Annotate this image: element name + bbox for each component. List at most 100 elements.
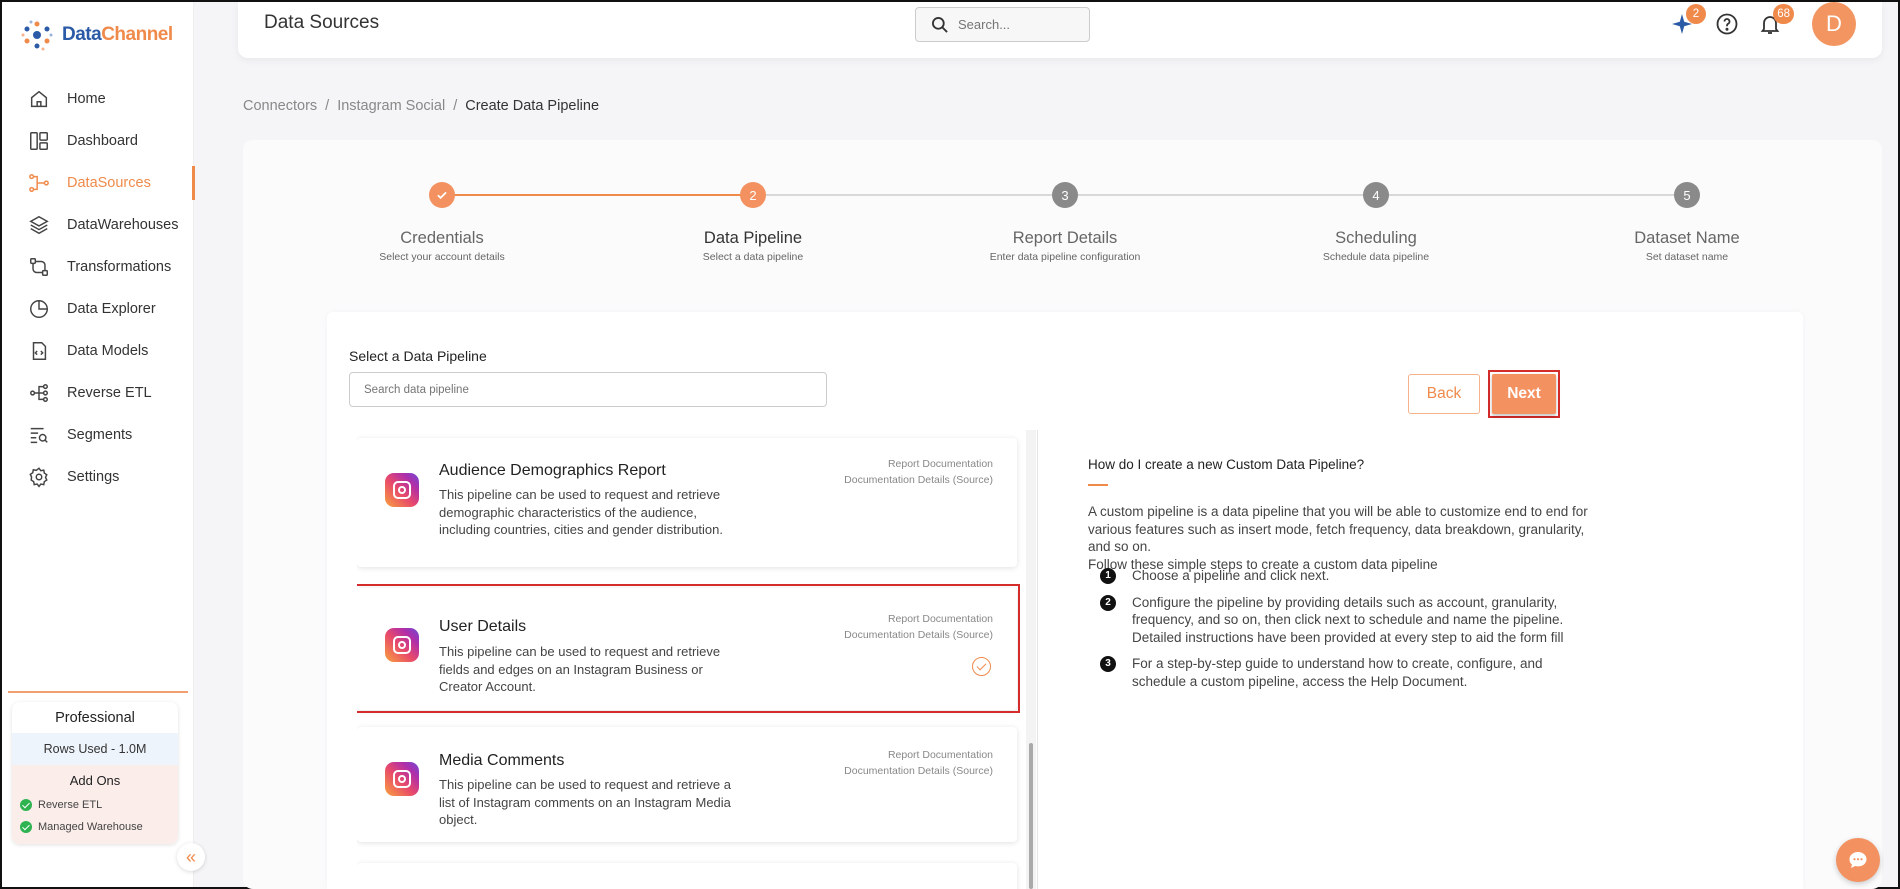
documentation-source-link[interactable]: Documentation Details (Source) <box>844 764 993 780</box>
sidebar-item-label: Segments <box>67 427 133 443</box>
pipeline-item-media-comments[interactable]: Media Comments This pipeline can be used… <box>357 727 1017 842</box>
double-chevron-left-icon: « <box>185 846 196 867</box>
sidebar-item-label: Reverse ETL <box>67 385 152 401</box>
scrollbar-thumb[interactable] <box>1029 743 1033 889</box>
report-documentation-link[interactable]: Report Documentation <box>844 457 993 473</box>
datasources-icon <box>29 174 49 192</box>
pipeline-item-partial[interactable] <box>357 863 1017 889</box>
ai-badge: 2 <box>1686 4 1706 24</box>
addon-item: Reverse ETL <box>20 794 170 816</box>
breadcrumb-separator: / <box>453 98 458 114</box>
step-3-circle: 3 <box>1052 182 1078 208</box>
help-steps: 1 Choose a pipeline and click next. 2 Co… <box>1100 567 1600 699</box>
breadcrumb: Connectors / Instagram Social / Create D… <box>243 98 599 114</box>
create-pipeline-panel: 2 3 4 5 Credentials Select your account … <box>243 140 1882 889</box>
dashboard-icon <box>30 132 48 150</box>
addon-item: Managed Warehouse <box>20 816 170 838</box>
step-1-circle[interactable] <box>429 182 455 208</box>
chat-bubble-icon <box>1849 852 1867 868</box>
sidebar-item-reverse-etl[interactable]: Reverse ETL <box>2 372 194 414</box>
report-documentation-link[interactable]: Report Documentation <box>844 748 993 764</box>
logo-text: DataChannel <box>62 24 173 45</box>
next-button[interactable]: Next <box>1492 374 1556 414</box>
logo[interactable]: DataChannel <box>20 18 173 52</box>
step-number-icon: 3 <box>1100 656 1116 672</box>
pipeline-list-scrollbar[interactable] <box>1026 430 1036 889</box>
instagram-icon <box>385 762 419 796</box>
pipeline-search[interactable] <box>349 372 827 407</box>
sidebar-item-data-models[interactable]: Data Models <box>2 330 194 372</box>
sidebar-item-label: Transformations <box>67 259 172 275</box>
sidebar-item-data-explorer[interactable]: Data Explorer <box>2 288 194 330</box>
select-pipeline-label: Select a Data Pipeline <box>349 348 487 364</box>
chat-support-button[interactable] <box>1836 838 1880 882</box>
pipeline-name: Media Comments <box>439 752 565 769</box>
pipeline-description: This pipeline can be used to request and… <box>439 487 724 537</box>
notifications-button[interactable]: 68 <box>1758 4 1794 36</box>
step-number-icon: 1 <box>1100 568 1116 584</box>
step-4-circle: 4 <box>1363 182 1389 208</box>
check-circle-icon <box>20 799 32 811</box>
check-circle-icon <box>20 821 32 833</box>
sidebar-item-label: DataSources <box>67 175 151 191</box>
collapse-sidebar-button[interactable]: « <box>177 843 205 871</box>
models-icon <box>32 342 47 360</box>
breadcrumb-separator: / <box>325 98 330 114</box>
ai-sparkle-button[interactable]: 2 <box>1670 4 1706 36</box>
transform-icon <box>30 258 48 276</box>
search-icon <box>932 16 948 33</box>
documentation-source-link[interactable]: Documentation Details (Source) <box>844 473 993 489</box>
sidebar-item-label: Data Models <box>67 343 149 359</box>
breadcrumb-item-instagram[interactable]: Instagram Social <box>337 98 445 114</box>
home-icon <box>30 90 48 108</box>
page-title: Data Sources <box>264 12 380 33</box>
sidebar-item-home[interactable]: Home <box>2 78 194 120</box>
help-title: How do I create a new Custom Data Pipeli… <box>1088 457 1365 472</box>
next-button-highlight: Next <box>1488 370 1560 418</box>
step-3-label: Report Details Enter data pipeline confi… <box>989 229 1141 263</box>
step-connector-done <box>442 194 753 196</box>
help-step: 3 For a step-by-step guide to understand… <box>1100 655 1600 690</box>
help-step: 1 Choose a pipeline and click next. <box>1100 567 1600 585</box>
avatar[interactable]: D <box>1812 2 1856 46</box>
global-search[interactable] <box>915 7 1090 42</box>
step-5-circle: 5 <box>1674 182 1700 208</box>
step-number-icon: 2 <box>1100 594 1116 611</box>
help-button[interactable] <box>1715 12 1739 36</box>
explorer-icon <box>30 300 48 318</box>
step-5-label: Dataset Name Set dataset name <box>1634 229 1740 263</box>
sidebar-divider <box>8 691 188 693</box>
sidebar-nav: Home Dashboard DataSources DataWarehouse… <box>2 78 195 498</box>
sidebar-item-transformations[interactable]: Transformations <box>2 246 194 288</box>
plan-addons: Add Ons Reverse ETL Managed Warehouse <box>12 765 178 844</box>
breadcrumb-item-connectors[interactable]: Connectors <box>243 98 317 114</box>
help-panel: How do I create a new Custom Data Pipeli… <box>1037 430 1749 889</box>
plan-rows-used: Rows Used - 1.0M <box>12 733 178 765</box>
step-1-label: Credentials Select your account details <box>379 229 505 263</box>
sidebar-item-datasources[interactable]: DataSources <box>2 162 195 204</box>
segments-icon <box>30 427 48 444</box>
plan-title: Professional <box>55 710 135 726</box>
help-intro: A custom pipeline is a data pipeline tha… <box>1088 504 1588 572</box>
notification-badge: 68 <box>1773 4 1794 24</box>
back-button[interactable]: Back <box>1408 374 1480 414</box>
pipeline-docs: Report Documentation Documentation Detai… <box>844 748 993 779</box>
search-input[interactable] <box>958 17 1068 32</box>
sidebar-item-datawarehouses[interactable]: DataWarehouses <box>2 204 194 246</box>
sidebar-item-settings[interactable]: Settings <box>2 456 194 498</box>
plan-card: Professional Rows Used - 1.0M Add Ons Re… <box>12 702 178 844</box>
pipeline-search-input[interactable] <box>364 383 826 396</box>
sidebar-item-label: Home <box>67 91 106 107</box>
step-4-label: Scheduling Schedule data pipeline <box>1322 229 1430 263</box>
step-2-circle[interactable]: 2 <box>740 182 766 208</box>
check-icon <box>437 191 447 200</box>
sidebar-item-dashboard[interactable]: Dashboard <box>2 120 194 162</box>
pipeline-item-audience-demographics[interactable]: Audience Demographics Report This pipeli… <box>357 438 1017 567</box>
sidebar-item-label: DataWarehouses <box>67 217 179 233</box>
sidebar-item-segments[interactable]: Segments <box>2 414 194 456</box>
pipeline-name: Audience Demographics Report <box>439 462 666 479</box>
pipeline-select-card: Select a Data Pipeline Back Next Audienc… <box>327 312 1803 889</box>
help-circle-icon <box>1716 13 1738 35</box>
sidebar-item-label: Data Explorer <box>67 301 156 317</box>
pipeline-list: Audience Demographics Report This pipeli… <box>357 430 1027 889</box>
